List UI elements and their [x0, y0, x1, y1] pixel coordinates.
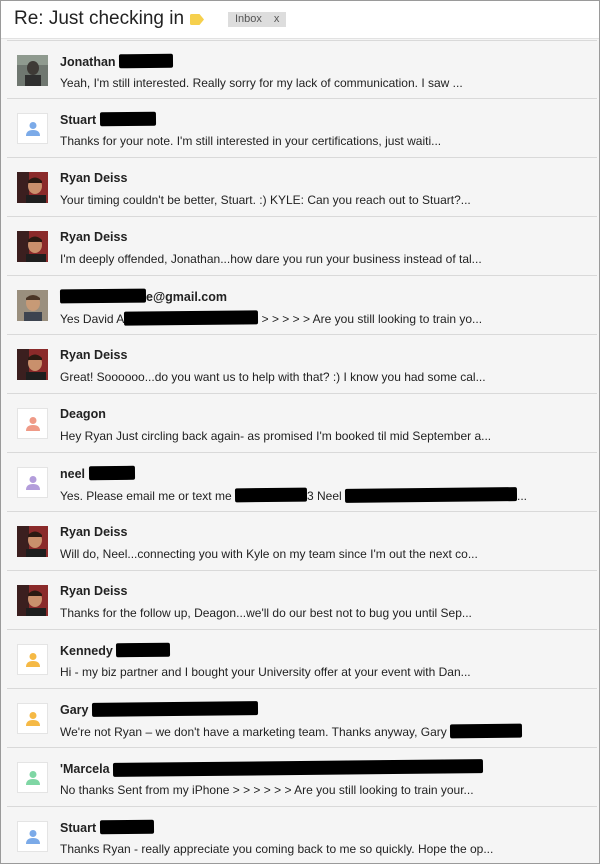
message-snippet: We're not Ryan – we don't have a marketi…	[60, 723, 523, 739]
avatar	[17, 113, 48, 144]
email-thread-window: Re: Just checking in Inbox x Jonathan Yea…	[0, 0, 600, 864]
sender-name: Kennedy	[60, 642, 171, 658]
sender-name: Deagon	[60, 407, 106, 421]
message-list: Jonathan Yeah, I'm still interested. Rea…	[7, 40, 597, 863]
message-snippet: No thanks Sent from my iPhone > > > > > …	[60, 783, 474, 797]
person-icon	[26, 712, 40, 726]
avatar	[17, 172, 48, 203]
redaction-bar	[344, 487, 518, 503]
sender-name: Stuart	[60, 819, 154, 835]
message-snippet: Hi - my biz partner and I bought your Un…	[60, 665, 471, 679]
inbox-label-chip[interactable]: Inbox x	[228, 12, 287, 27]
avatar	[17, 290, 48, 321]
avatar	[17, 349, 48, 380]
message-row[interactable]: Kennedy Hi - my biz partner and I bought…	[7, 630, 597, 689]
sender-name: Ryan Deiss	[60, 348, 128, 362]
avatar	[17, 585, 48, 616]
avatar	[17, 821, 48, 852]
message-row[interactable]: Jonathan Yeah, I'm still interested. Rea…	[7, 40, 597, 99]
message-snippet: Yes. Please email me or text me 3 Neel .…	[60, 487, 528, 503]
person-icon	[26, 653, 40, 667]
person-icon	[26, 830, 40, 844]
sender-name: Ryan Deiss	[60, 584, 128, 598]
sender-name: Ryan Deiss	[60, 230, 128, 244]
avatar	[17, 526, 48, 557]
message-row[interactable]: Ryan Deiss Will do, Neel...connecting yo…	[7, 512, 597, 571]
message-snippet: Will do, Neel...connecting you with Kyle…	[60, 547, 478, 561]
message-row[interactable]: Ryan Deiss Your timing couldn't be bette…	[7, 158, 597, 217]
sender-name: e@gmail.com	[59, 288, 227, 304]
sender-name: neel	[60, 465, 135, 481]
message-row[interactable]: Gary We're not Ryan – we don't have a ma…	[7, 689, 597, 748]
message-row[interactable]: Ryan Deiss Great! Soooooo...do you want …	[7, 335, 597, 394]
person-icon	[26, 417, 40, 431]
redaction-bar	[99, 111, 156, 127]
avatar	[17, 762, 48, 793]
message-row[interactable]: Stuart Thanks for your note. I'm still i…	[7, 99, 597, 158]
message-row[interactable]: neel Yes. Please email me or text me 3 N…	[7, 453, 597, 512]
person-icon	[26, 476, 40, 490]
sender-name: Ryan Deiss	[60, 171, 128, 185]
label-tag-icon[interactable]	[190, 14, 204, 25]
redaction-bar	[118, 53, 174, 69]
redaction-bar	[450, 723, 523, 739]
thread-header: Re: Just checking in Inbox x	[1, 1, 599, 39]
message-row[interactable]: e@gmail.com Yes David A > > > > > Are yo…	[7, 276, 597, 335]
message-row[interactable]: Ryan Deiss I'm deeply offended, Jonathan…	[7, 217, 597, 276]
avatar	[17, 467, 48, 498]
message-row[interactable]: Ryan Deiss Thanks for the follow up, Dea…	[7, 571, 597, 630]
redaction-bar	[88, 465, 135, 481]
message-snippet: Thanks for your note. I'm still interest…	[60, 134, 442, 148]
message-row[interactable]: Stuart Thanks Ryan - really appreciate y…	[7, 807, 597, 863]
sender-name: 'Marcela	[60, 759, 484, 777]
inbox-label-text: Inbox	[235, 13, 262, 25]
redaction-bar	[59, 288, 147, 304]
thread-subject: Re: Just checking in	[14, 8, 185, 29]
redaction-bar	[99, 819, 154, 835]
message-snippet: Thanks Ryan - really appreciate you comi…	[60, 842, 494, 856]
avatar	[17, 408, 48, 439]
message-snippet: I'm deeply offended, Jonathan...how dare…	[60, 252, 482, 266]
sender-name: Gary	[60, 701, 259, 717]
redaction-bar	[124, 310, 259, 326]
avatar	[17, 231, 48, 262]
message-snippet: Yeah, I'm still interested. Really sorry…	[60, 76, 463, 90]
avatar	[17, 644, 48, 675]
message-snippet: Your timing couldn't be better, Stuart. …	[60, 193, 471, 207]
avatar	[17, 55, 48, 86]
message-snippet: Great! Soooooo...do you want us to help …	[60, 370, 486, 384]
redaction-bar	[91, 701, 259, 717]
redaction-bar	[116, 642, 171, 658]
remove-label-button[interactable]: x	[274, 13, 280, 25]
sender-name: Jonathan	[60, 53, 174, 69]
person-icon	[26, 771, 40, 785]
message-snippet: Thanks for the follow up, Deagon...we'll…	[60, 606, 472, 620]
sender-name: Ryan Deiss	[60, 525, 128, 539]
message-row[interactable]: 'Marcela No thanks Sent from my iPhone >…	[7, 748, 597, 807]
message-snippet: Hey Ryan Just circling back again- as pr…	[60, 429, 492, 443]
avatar	[17, 703, 48, 734]
redaction-bar	[112, 759, 484, 777]
sender-name: Stuart	[60, 111, 156, 127]
redaction-bar	[234, 487, 308, 503]
message-snippet: Yes David A > > > > > Are you still look…	[60, 310, 483, 326]
message-row[interactable]: Deagon Hey Ryan Just circling back again…	[7, 394, 597, 453]
person-icon	[26, 122, 40, 136]
